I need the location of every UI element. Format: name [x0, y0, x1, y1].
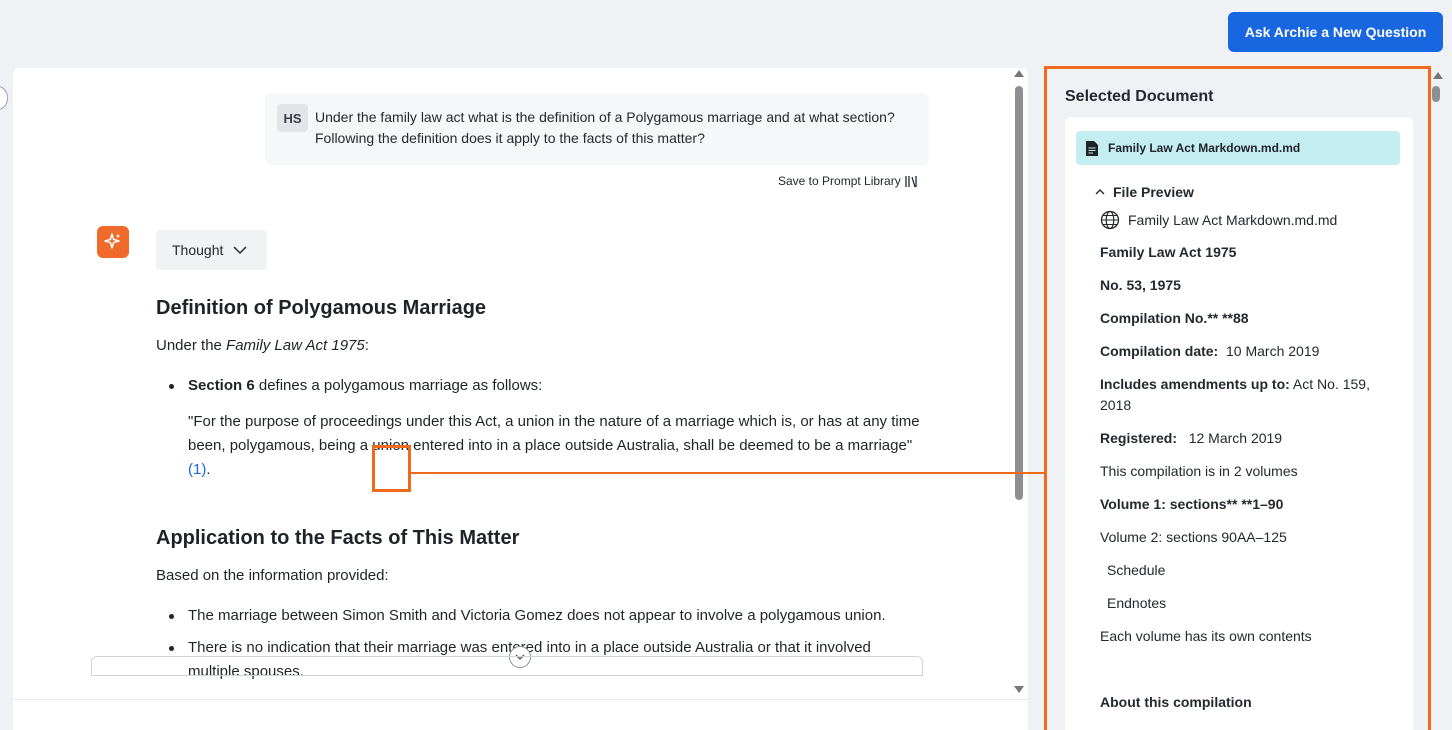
citation-link[interactable]: (1) [188, 461, 206, 478]
document-icon [1086, 140, 1098, 156]
chevron-down-icon [233, 245, 247, 254]
chat-scrollbar[interactable] [1013, 68, 1027, 698]
heading-definition: Definition of Polygamous Marriage [156, 297, 487, 319]
doc-endnotes: Endnotes [1107, 595, 1167, 611]
registered-value: 12 March 2019 [1177, 430, 1283, 446]
registered-label: Registered: [1100, 430, 1178, 446]
doc-volume-2: Volume 2: sections 90AA–125 [1100, 529, 1287, 545]
doc-compilation-no: Compilation No.** **88 [1100, 308, 1400, 329]
annotation-arrow-line [410, 472, 1058, 474]
scroll-thumb[interactable] [1015, 86, 1023, 500]
definition-list: Section 6 defines a polygamous marriage … [156, 374, 926, 398]
thought-toggle-button[interactable]: Thought [156, 230, 267, 270]
globe-icon [1100, 210, 1120, 230]
heading-application: Application to the Facts of This Matter [156, 527, 520, 549]
collapse-handle[interactable] [0, 86, 8, 110]
composer-area [13, 699, 1028, 730]
compilation-date-label: Compilation date: [1100, 343, 1219, 359]
thought-label: Thought [172, 242, 224, 258]
compilation-date-value: 10 March 2019 [1218, 343, 1320, 359]
user-message-text: Under the family law act what is the def… [315, 109, 895, 146]
user-message: HS Under the family law act what is the … [265, 93, 929, 165]
amendments-label: Includes amendments up to: [1100, 376, 1290, 392]
document-panel-scrollbar[interactable] [1432, 68, 1446, 730]
doc-contents-note: Each volume has its own contents [1100, 628, 1312, 644]
scroll-thumb[interactable] [1432, 86, 1440, 102]
file-name: Family Law Act Markdown.md.md [1108, 141, 1301, 155]
chat-panel: HS Under the family law act what is the … [13, 68, 1028, 730]
doc-registered: Registered: 12 March 2019 [1100, 428, 1400, 449]
doc-about-heading: About this compilation [1100, 692, 1400, 713]
preview-file-row: Family Law Act Markdown.md.md [1100, 210, 1337, 230]
scroll-up-arrow[interactable] [1014, 70, 1024, 77]
document-card: Family Law Act Markdown.md.md File Previ… [1065, 117, 1413, 730]
list-item: Section 6 defines a polygamous marriage … [156, 374, 926, 398]
citation-highlight-box [372, 445, 411, 492]
library-icon [905, 176, 917, 188]
save-prompt-label: Save to Prompt Library [778, 174, 901, 188]
save-to-prompt-library-link[interactable]: Save to Prompt Library [778, 174, 919, 188]
act-name: Family Law Act 1975 [226, 337, 365, 354]
file-preview-label: File Preview [1113, 184, 1194, 200]
selected-document-panel: Selected Document Family Law Act Markdow… [1044, 66, 1431, 730]
avatar: HS [277, 104, 308, 132]
doc-amendments: Includes amendments up to: Act No. 159, … [1100, 374, 1400, 416]
quote-text: "For the purpose of proceedings under th… [188, 413, 920, 454]
doc-act-title: Family Law Act 1975 [1100, 242, 1400, 263]
scroll-down-arrow[interactable] [1014, 686, 1024, 693]
compilation-number: Compilation No.** **88 [1100, 310, 1249, 326]
quote-end: . [206, 461, 211, 478]
list-item: The marriage between Simon Smith and Vic… [156, 604, 926, 628]
ask-new-question-button[interactable]: Ask Archie a New Question [1228, 12, 1443, 52]
intro-paragraph: Under the Family Law Act 1975: [156, 334, 926, 358]
panel-title: Selected Document [1065, 88, 1214, 105]
act-title: Family Law Act 1975 [1100, 244, 1237, 260]
message-input[interactable] [91, 656, 923, 676]
section-label: Section 6 [188, 377, 255, 394]
volume-1-label: Volume 1: sections** **1–90 [1100, 496, 1284, 512]
doc-number: No. 53, 1975 [1100, 275, 1400, 296]
doc-volumes: This compilation is in 2 volumes [1100, 463, 1298, 479]
doc-compilation-date: Compilation date: 10 March 2019 [1100, 341, 1400, 362]
response-content: Definition of Polygamous Marriage Under … [156, 294, 926, 684]
doc-volume-1: Volume 1: sections** **1–90 [1100, 494, 1400, 515]
intro-prefix: Under the [156, 337, 227, 354]
file-preview-toggle[interactable]: File Preview [1095, 184, 1194, 200]
intro-suffix: : [364, 337, 369, 354]
act-number: No. 53, 1975 [1100, 277, 1181, 293]
preview-file-name: Family Law Act Markdown.md.md [1128, 212, 1338, 228]
assistant-sparkle-icon [97, 226, 129, 258]
based-on-text: Based on the information provided: [156, 567, 389, 584]
scroll-up-arrow[interactable] [1433, 72, 1443, 79]
chevron-up-icon [1095, 189, 1105, 195]
about-heading: About this compilation [1100, 694, 1252, 710]
selected-file-chip[interactable]: Family Law Act Markdown.md.md [1076, 131, 1400, 165]
section-description: defines a polygamous marriage as follows… [254, 377, 543, 394]
doc-schedule: Schedule [1107, 562, 1166, 578]
